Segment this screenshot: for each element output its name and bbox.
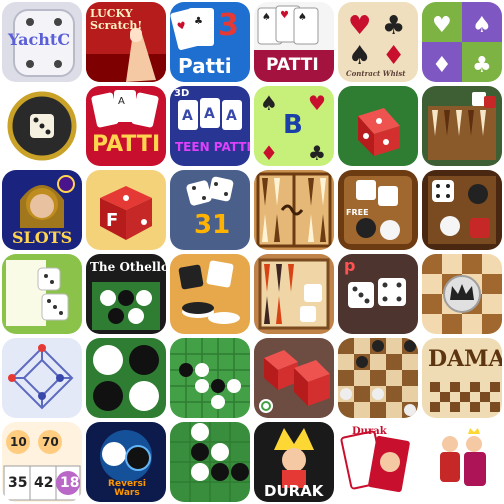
dice-checkers-icon [422, 170, 502, 250]
card-suits-icon: ♠ ♥ ♦ ♣ [254, 86, 334, 166]
svg-text:♦: ♦ [432, 53, 452, 78]
bingo-app-icon[interactable]: 10 70 35 42 18 [2, 422, 82, 502]
slots-app-icon[interactable]: SLOTS [2, 170, 82, 250]
3d-teen-patti-app-icon[interactable]: A A A 3D TEEN PATTI [170, 86, 250, 166]
dice-icon [2, 2, 82, 82]
svg-text:♣: ♣ [308, 141, 326, 165]
backgammon-board-app-icon[interactable] [422, 86, 502, 166]
lucky-scratch-app-icon[interactable]: LUCKY Scratch! [86, 2, 166, 82]
othello-board-icon [86, 254, 166, 334]
svg-text:♥: ♥ [348, 11, 371, 41]
svg-text:♠: ♠ [260, 91, 278, 115]
dice-checkers-app-icon[interactable] [422, 170, 502, 250]
cards-icon: A [86, 86, 166, 166]
svg-text:♠: ♠ [262, 12, 271, 23]
app-icon-grid: YachtC LUCKY Scratch! ♣ ♥ 3 Patti ♠ ♥ ♠ … [0, 0, 504, 504]
svg-text:♦: ♦ [260, 141, 278, 165]
bingo-card-icon [2, 422, 82, 502]
reversi-green-app-icon[interactable] [86, 338, 166, 418]
othello-app-icon[interactable]: The Othello [86, 254, 166, 334]
backgammon-free-app-icon[interactable]: FREE [338, 170, 418, 250]
ludo-king-app-icon[interactable] [422, 422, 502, 502]
svg-text:♣: ♣ [194, 16, 203, 27]
red-dice-app-icon[interactable] [338, 86, 418, 166]
cards-icon [338, 422, 418, 502]
svg-text:♠: ♠ [472, 13, 492, 38]
dice-notebook-app-icon[interactable] [2, 254, 82, 334]
checkers-board-app-icon[interactable] [338, 338, 418, 418]
cards-icon: ♣ ♥ [170, 2, 250, 82]
backgammon-classic-app-icon[interactable] [254, 254, 334, 334]
patti-cards-app-icon[interactable]: ♠ ♥ ♠ PATTI [254, 2, 334, 82]
svg-text:A: A [226, 108, 237, 124]
checkers-board-icon [338, 338, 418, 418]
svg-text:A: A [182, 108, 193, 124]
svg-text:A: A [118, 96, 125, 107]
nine-mens-morris-app-icon[interactable] [2, 338, 82, 418]
backgammon-board-icon [422, 86, 502, 166]
bridge-b-app-icon[interactable]: ♠ ♥ ♦ ♣ B [254, 86, 334, 166]
gomoku-app-icon[interactable] [170, 338, 250, 418]
reversi-board-icon [170, 422, 250, 502]
svg-text:♠: ♠ [298, 12, 307, 23]
svg-text:♣: ♣ [382, 11, 405, 41]
reversi-board-icon [86, 422, 166, 502]
dama-app-icon[interactable]: DAMA [422, 338, 502, 418]
dice-icon [338, 254, 418, 334]
dice-icon [338, 86, 418, 166]
backgammon-p-app-icon[interactable]: p [338, 254, 418, 334]
crown-icon [422, 254, 502, 334]
backgammon-dragon-app-icon[interactable] [254, 170, 334, 250]
dice-icon [254, 338, 334, 418]
dice-icon [170, 170, 250, 250]
svg-text:♠: ♠ [348, 41, 371, 71]
reversi-board-icon [86, 338, 166, 418]
cards-icon: A A A [170, 86, 250, 166]
checkers-board-icon [422, 338, 502, 418]
card-suits-app-icon[interactable]: ♥ ♠ ♦ ♣ [422, 2, 502, 82]
dice-icon [2, 254, 82, 334]
dice-checkers-icon [338, 170, 418, 250]
durak-cards-app-icon[interactable]: Durak [338, 422, 418, 502]
card-suits-icon: ♥ ♠ ♦ ♣ [422, 2, 502, 82]
patti-app-icon[interactable]: A PATTI [86, 86, 166, 166]
cards-icon: ♠ ♥ ♠ [254, 2, 334, 82]
contract-whist-app-icon[interactable]: ♥ ♣ ♠ ♦ Contract Whist [338, 2, 418, 82]
morris-board-icon [2, 338, 82, 418]
reversi-dice-app-icon[interactable] [170, 254, 250, 334]
durak-app-icon[interactable]: DURAK [254, 422, 334, 502]
gomoku-board-icon [170, 338, 250, 418]
dice-31-app-icon[interactable]: 31 [170, 170, 250, 250]
reversi-wars-app-icon[interactable]: Reversi Wars [86, 422, 166, 502]
card-suits-icon: ♥ ♣ ♠ ♦ [338, 2, 418, 82]
finger-icon [86, 2, 166, 82]
reversi-dice-icon [170, 254, 250, 334]
svg-text:♥: ♥ [432, 13, 452, 38]
king-queen-icon [422, 422, 502, 502]
3-patti-app-icon[interactable]: ♣ ♥ 3 Patti [170, 2, 250, 82]
svg-text:♦: ♦ [382, 41, 405, 71]
svg-text:♥: ♥ [308, 91, 326, 115]
svg-text:A: A [204, 106, 215, 122]
queen-portrait-icon [2, 170, 82, 250]
backgammon-board-icon [254, 170, 334, 250]
backgammon-board-icon [254, 254, 334, 334]
dice-laurel-app-icon[interactable] [2, 86, 82, 166]
dice-laurel-icon [2, 86, 82, 166]
svg-text:♣: ♣ [472, 53, 492, 78]
yachtc-app-icon[interactable]: YachtC [2, 2, 82, 82]
jester-icon [254, 422, 334, 502]
checkers-crown-app-icon[interactable] [422, 254, 502, 334]
reversi-stones-app-icon[interactable] [170, 422, 250, 502]
dice-icon [86, 170, 166, 250]
dice-power-app-icon[interactable] [254, 338, 334, 418]
dice-f-app-icon[interactable]: F [86, 170, 166, 250]
svg-text:♥: ♥ [280, 10, 289, 21]
